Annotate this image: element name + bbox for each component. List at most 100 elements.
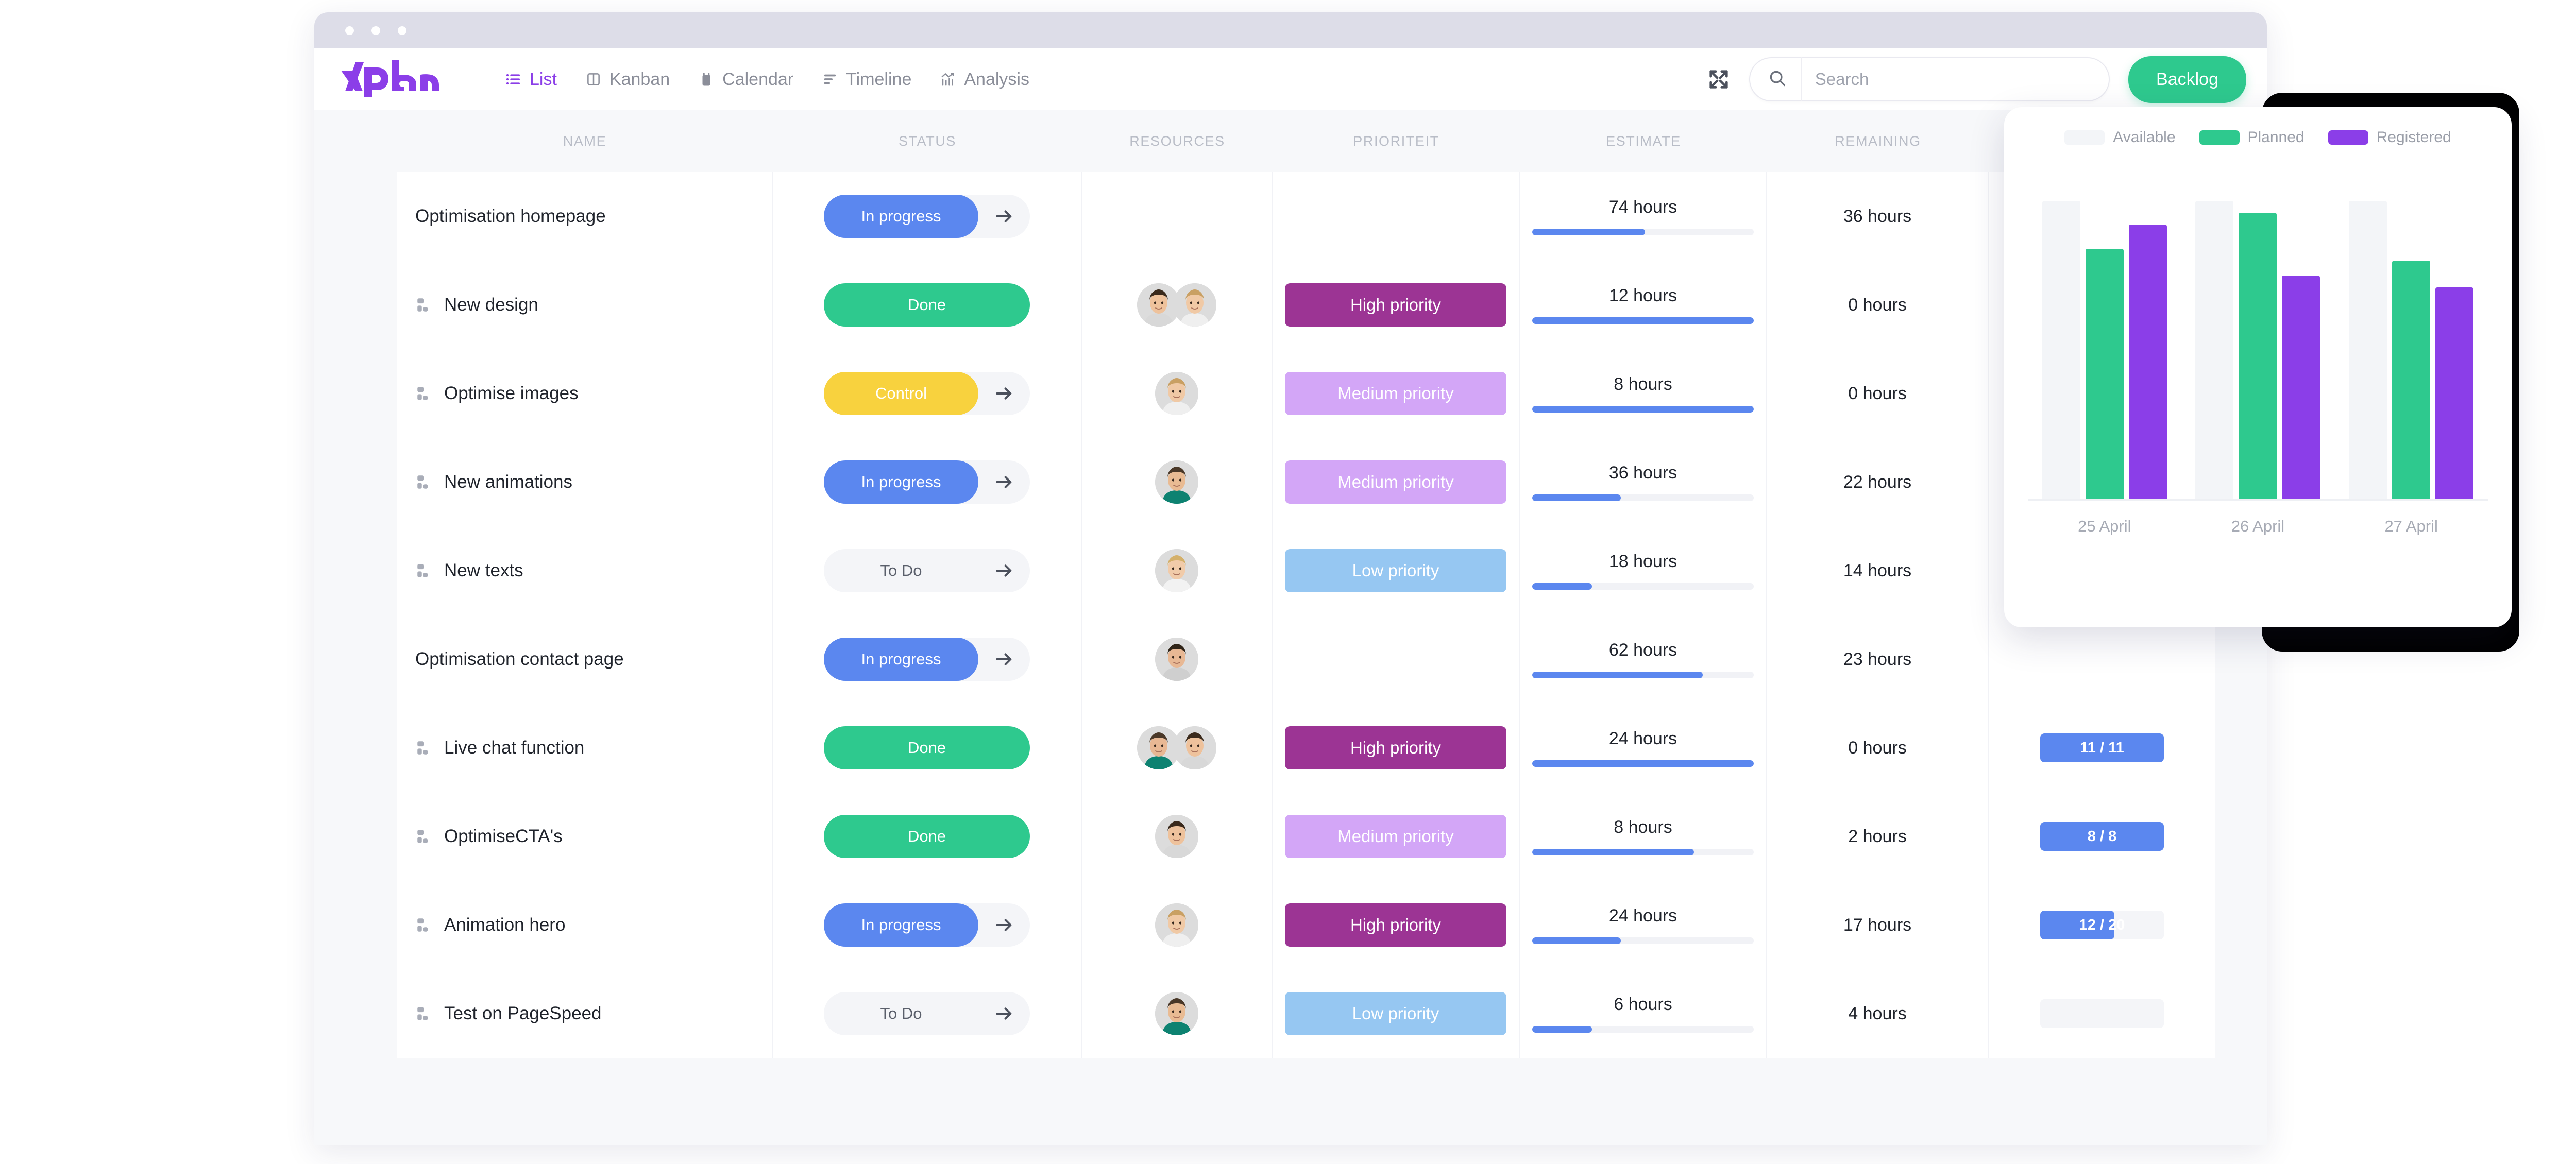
priority-badge[interactable]: Medium priority <box>1285 815 1506 858</box>
cell-remaining: 23 hours <box>1767 615 1989 704</box>
priority-badge[interactable]: High priority <box>1285 726 1506 769</box>
chart-bar[interactable] <box>2282 275 2320 499</box>
cell-status: Done <box>773 704 1082 792</box>
cell-prioriteit: High priority <box>1273 261 1520 349</box>
avatar[interactable] <box>1173 726 1216 769</box>
status-badge[interactable]: Control <box>824 372 978 415</box>
status-badge[interactable]: In progress <box>824 195 978 238</box>
estimate-progress-bar <box>1532 406 1754 413</box>
status-pill[interactable]: In progress <box>824 638 1030 681</box>
status-pill[interactable]: Done <box>824 726 1030 769</box>
avatar-group[interactable] <box>1155 638 1198 681</box>
avatar[interactable] <box>1155 815 1198 858</box>
avatar[interactable] <box>1155 638 1198 681</box>
priority-badge[interactable]: Low priority <box>1285 992 1506 1035</box>
status-pill[interactable]: To Do <box>824 549 1030 592</box>
table-row[interactable]: New texts To Do Low priority 18 hours 14 … <box>397 526 2215 615</box>
status-advance-arrow-icon[interactable] <box>978 914 1030 936</box>
search-input[interactable] <box>1815 70 2104 89</box>
table-row[interactable]: New animations In progress Medium priori… <box>397 438 2215 526</box>
status-advance-arrow-icon[interactable] <box>978 206 1030 227</box>
priority-badge[interactable]: High priority <box>1285 903 1506 947</box>
legend-item[interactable]: Available <box>2064 129 2176 146</box>
cell-resources <box>1082 969 1273 1058</box>
status-pill[interactable]: Done <box>824 815 1030 858</box>
table-row[interactable]: Test on PageSpeed To Do Low priority 6 ho… <box>397 969 2215 1058</box>
chart-bar[interactable] <box>2085 248 2124 499</box>
status-pill[interactable]: Done <box>824 283 1030 327</box>
avatar-group[interactable] <box>1155 992 1198 1035</box>
priority-badge[interactable]: Medium priority <box>1285 372 1506 415</box>
avatar[interactable] <box>1173 283 1216 327</box>
progress-badge[interactable]: 12 / 20 <box>2040 911 2164 939</box>
priority-badge[interactable]: Low priority <box>1285 549 1506 592</box>
tab-kanban[interactable]: Kanban <box>585 70 670 90</box>
status-badge[interactable]: Done <box>824 726 1030 769</box>
expand-icon[interactable] <box>1707 67 1731 91</box>
avatar[interactable] <box>1155 460 1198 504</box>
status-pill[interactable]: Control <box>824 372 1030 415</box>
avatar-group[interactable] <box>1155 460 1198 504</box>
status-advance-arrow-icon[interactable] <box>978 383 1030 404</box>
chart-bar[interactable] <box>2435 287 2474 499</box>
status-badge[interactable]: In progress <box>824 903 978 947</box>
avatar-group[interactable] <box>1155 903 1198 947</box>
status-pill[interactable]: In progress <box>824 195 1030 238</box>
table-row[interactable]: Live chat function Done High priority 24 … <box>397 704 2215 792</box>
legend-item[interactable]: Planned <box>2199 129 2304 146</box>
chart-bar[interactable] <box>2128 225 2167 499</box>
status-badge[interactable]: Done <box>824 283 1030 327</box>
tab-calendar[interactable]: Calendar <box>698 70 793 90</box>
progress-badge[interactable]: 11 / 11 <box>2040 733 2164 762</box>
avatar-group[interactable] <box>1155 549 1198 592</box>
priority-badge[interactable]: High priority <box>1285 283 1506 327</box>
table-row[interactable]: Optimisation homepage In progress 74 hou… <box>397 172 2215 261</box>
timeline-icon <box>821 71 839 88</box>
avatar-group[interactable] <box>1137 283 1216 327</box>
progress-badge[interactable] <box>2040 999 2164 1028</box>
table-row[interactable]: Optimisation contact page In progress 62… <box>397 615 2215 704</box>
table-row[interactable]: New design Done High priority 12 hours 0 … <box>397 261 2215 349</box>
tab-timeline[interactable]: Timeline <box>821 70 911 90</box>
status-advance-arrow-icon[interactable] <box>978 560 1030 581</box>
backlog-button[interactable]: Backlog <box>2128 56 2246 103</box>
window-maximize-dot[interactable] <box>398 26 406 35</box>
chart-bar[interactable] <box>2239 213 2277 499</box>
chart-bar[interactable] <box>2195 200 2234 499</box>
status-badge[interactable]: To Do <box>824 549 978 592</box>
avatar[interactable] <box>1155 372 1198 415</box>
status-pill[interactable]: In progress <box>824 460 1030 504</box>
status-pill[interactable]: To Do <box>824 992 1030 1035</box>
status-pill[interactable]: In progress <box>824 903 1030 947</box>
cell-name: Optimisation homepage <box>397 172 773 261</box>
status-badge[interactable]: In progress <box>824 460 978 504</box>
status-advance-arrow-icon[interactable] <box>978 471 1030 493</box>
status-badge[interactable]: To Do <box>824 992 978 1035</box>
table-row[interactable]: OptimiseCTA's Done Medium priority 8 hour… <box>397 792 2215 881</box>
chart-bar[interactable] <box>2042 200 2080 499</box>
search-bar[interactable] <box>1749 57 2110 101</box>
tab-list[interactable]: List <box>505 70 557 90</box>
status-badge[interactable]: Done <box>824 815 1030 858</box>
avatar-group[interactable] <box>1137 726 1216 769</box>
vplan-logo[interactable] <box>340 59 479 99</box>
priority-badge[interactable]: Medium priority <box>1285 460 1506 504</box>
legend-item[interactable]: Registered <box>2328 129 2451 146</box>
status-advance-arrow-icon[interactable] <box>978 1003 1030 1024</box>
chart-bar[interactable] <box>2349 200 2387 499</box>
status-badge[interactable]: In progress <box>824 638 978 681</box>
avatar[interactable] <box>1155 903 1198 947</box>
avatar[interactable] <box>1155 992 1198 1035</box>
avatar-group[interactable] <box>1155 372 1198 415</box>
progress-badge[interactable]: 8 / 8 <box>2040 822 2164 851</box>
table-row[interactable]: Animation hero In progress High priority… <box>397 881 2215 969</box>
tab-analysis[interactable]: Analysis <box>939 70 1029 90</box>
window-close-dot[interactable] <box>345 26 354 35</box>
status-advance-arrow-icon[interactable] <box>978 648 1030 670</box>
chart-bar[interactable] <box>2392 260 2431 499</box>
table-row[interactable]: Optimise images Control Medium priority 8… <box>397 349 2215 438</box>
avatar-group[interactable] <box>1155 815 1198 858</box>
col-header-remaining: REMAINING <box>1835 133 1921 149</box>
window-minimize-dot[interactable] <box>371 26 380 35</box>
avatar[interactable] <box>1155 549 1198 592</box>
